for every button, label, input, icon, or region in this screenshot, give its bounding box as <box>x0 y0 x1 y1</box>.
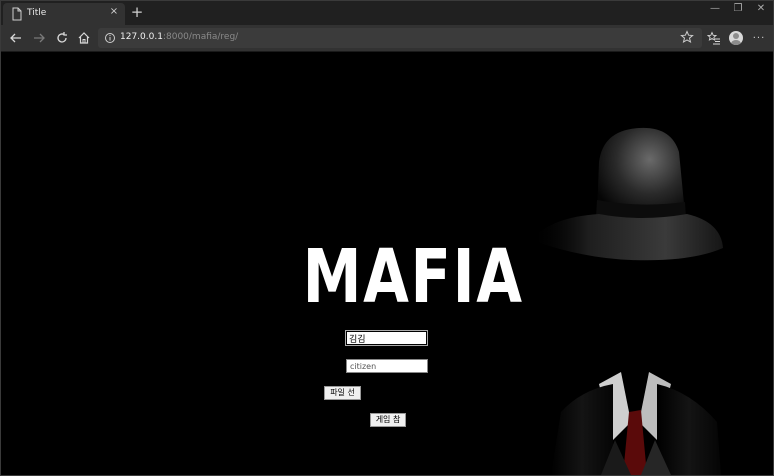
more-menu-button[interactable]: ··· <box>750 29 768 47</box>
close-tab-icon[interactable]: × <box>107 6 121 17</box>
file-select-button[interactable]: 파일 선택 <box>324 386 361 409</box>
back-button[interactable] <box>7 29 25 47</box>
tab-bar: Title × + — ❐ ✕ <box>1 1 773 25</box>
favorite-star-icon[interactable] <box>680 30 694 44</box>
browser-toolbar: 127.0.0.1:8000/mafia/reg/ ··· <box>1 25 773 52</box>
tab-title: Title <box>27 8 47 18</box>
minimize-button[interactable]: — <box>705 3 725 14</box>
new-tab-button[interactable]: + <box>129 3 145 21</box>
home-button[interactable] <box>75 29 93 47</box>
back-arrow-icon <box>10 33 21 43</box>
close-window-button[interactable]: ✕ <box>751 3 771 14</box>
info-icon[interactable] <box>104 32 116 44</box>
address-bar[interactable]: 127.0.0.1:8000/mafia/reg/ <box>98 28 702 48</box>
join-game-button[interactable]: 게임 참가 <box>370 413 406 436</box>
forward-button[interactable] <box>30 29 48 47</box>
url-text[interactable]: 127.0.0.1:8000/mafia/reg/ <box>120 32 238 42</box>
profile-button[interactable] <box>727 29 745 47</box>
page-icon <box>12 7 22 21</box>
url-path: :8000/mafia/reg/ <box>162 32 239 42</box>
url-host: 127.0.0.1 <box>120 32 163 42</box>
restore-button[interactable]: ❐ <box>728 3 748 14</box>
avatar-icon <box>729 31 743 45</box>
page-content: MAFIA 파일 선택 게임 참가 <box>1 52 773 475</box>
role-input[interactable] <box>346 359 428 373</box>
mafia-silhouette-image <box>531 127 723 475</box>
favorites-button[interactable] <box>705 29 723 47</box>
favorites-list-icon <box>707 31 720 45</box>
forward-arrow-icon <box>34 33 45 43</box>
browser-window: Title × + — ❐ ✕ 127.0.0.1:8000/mafia/reg… <box>0 0 774 476</box>
active-tab[interactable]: Title × <box>3 3 125 25</box>
name-input[interactable] <box>345 330 428 346</box>
home-icon <box>78 32 90 44</box>
refresh-button[interactable] <box>53 29 71 47</box>
more-icon: ··· <box>752 32 766 44</box>
page-title: MAFIA <box>302 234 524 320</box>
refresh-icon <box>57 32 67 43</box>
